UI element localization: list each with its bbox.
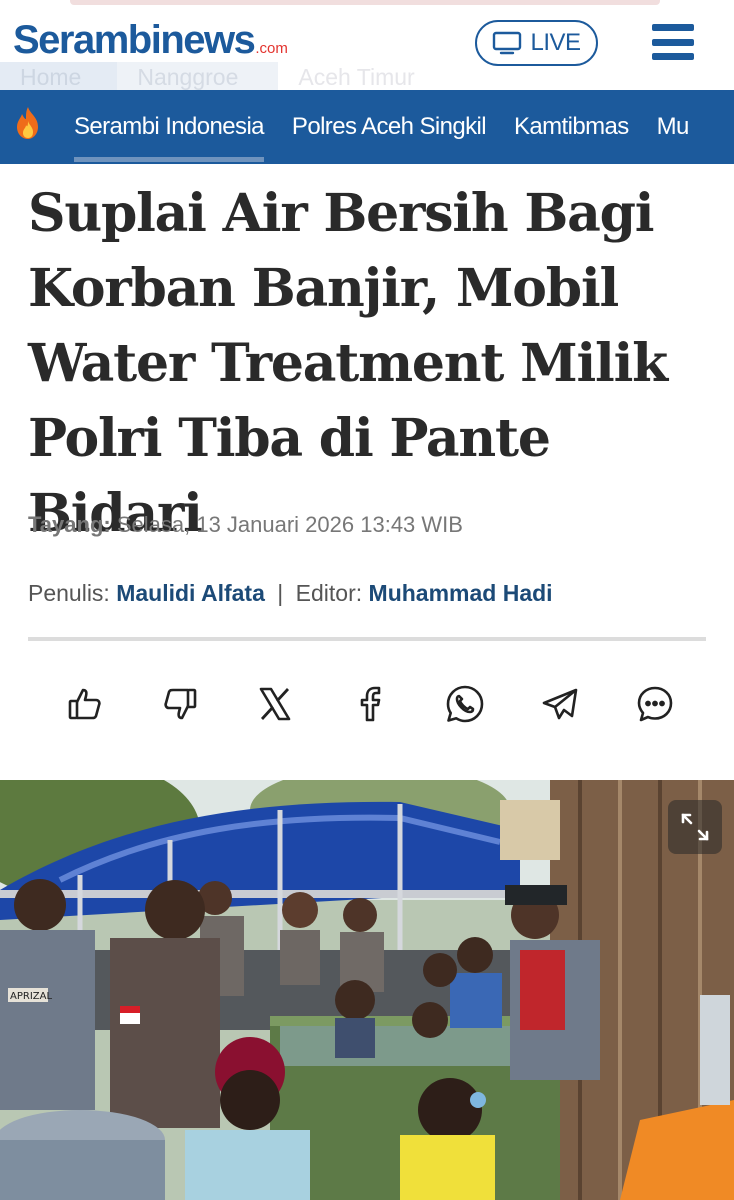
expand-icon: [681, 813, 709, 841]
share-bar: [60, 680, 680, 728]
byline: Penulis: Maulidi Alfata | Editor: Muhamm…: [28, 580, 553, 607]
author-label: Penulis:: [28, 580, 110, 606]
nav-item-kamtibmas[interactable]: Kamtibmas: [514, 90, 629, 164]
nav-item-truncated[interactable]: Mu: [657, 90, 690, 164]
header-accent-line: [70, 0, 660, 5]
article-photo[interactable]: APRIZAL: [0, 780, 734, 1200]
editor-link[interactable]: Muhammad Hadi: [369, 580, 553, 606]
nav-list: Serambi Indonesia Polres Aceh Singkil Ka…: [74, 90, 689, 164]
article-title: Suplai Air Bersih Bagi Korban Banjir, Mo…: [28, 183, 668, 544]
breadcrumb-nanggroe[interactable]: Nanggroe: [117, 62, 279, 92]
editor-label: Editor:: [295, 580, 363, 606]
logo-text: Serambinews: [13, 18, 256, 62]
menu-icon[interactable]: [652, 24, 694, 60]
share-facebook-button[interactable]: [345, 680, 395, 728]
site-logo[interactable]: Serambinews .com: [13, 18, 288, 62]
breadcrumb-home[interactable]: Home: [0, 62, 118, 92]
publish-label: Tayang:: [28, 512, 111, 537]
share-telegram-button[interactable]: [535, 680, 585, 728]
photo-illustration: APRIZAL: [0, 780, 734, 1200]
dislike-button[interactable]: [155, 680, 205, 728]
like-button[interactable]: [60, 680, 110, 728]
expand-photo-button[interactable]: [668, 800, 722, 854]
live-button[interactable]: LIVE: [475, 20, 598, 66]
nav-item-serambi-indonesia[interactable]: Serambi Indonesia: [74, 90, 265, 164]
fire-icon: [17, 107, 38, 139]
thumbs-up-icon: [68, 688, 101, 720]
share-whatsapp-button[interactable]: [440, 680, 490, 728]
breadcrumb-aceh-timur[interactable]: Aceh Timur: [278, 64, 436, 91]
byline-separator: |: [277, 580, 284, 606]
site-header: Home Nanggroe Aceh Timur Serambinews .co…: [0, 0, 734, 92]
publish-value: Selasa, 13 Januari 2026 13:43 WIB: [116, 512, 463, 537]
whatsapp-icon: [446, 685, 484, 723]
telegram-icon: [542, 688, 578, 720]
publish-date: Tayang: Selasa, 13 Januari 2026 13:43 WI…: [28, 512, 463, 538]
share-x-button[interactable]: [250, 680, 300, 728]
byline-divider: [28, 637, 706, 641]
nav-item-polres-aceh-singkil[interactable]: Polres Aceh Singkil: [292, 90, 487, 164]
comment-icon: [637, 686, 673, 722]
breadcrumb: Home Nanggroe Aceh Timur: [0, 62, 734, 92]
author-link[interactable]: Maulidi Alfata: [116, 580, 265, 606]
comment-button[interactable]: [630, 680, 680, 728]
topic-nav: Serambi Indonesia Polres Aceh Singkil Ka…: [0, 90, 734, 164]
logo-suffix: .com: [255, 40, 288, 57]
tv-icon: [493, 31, 522, 55]
live-label: LIVE: [530, 29, 581, 56]
x-icon: [259, 687, 291, 721]
officer-name-badge: APRIZAL: [10, 991, 52, 1002]
facebook-icon: [360, 686, 381, 722]
thumbs-down-icon: [164, 688, 197, 720]
